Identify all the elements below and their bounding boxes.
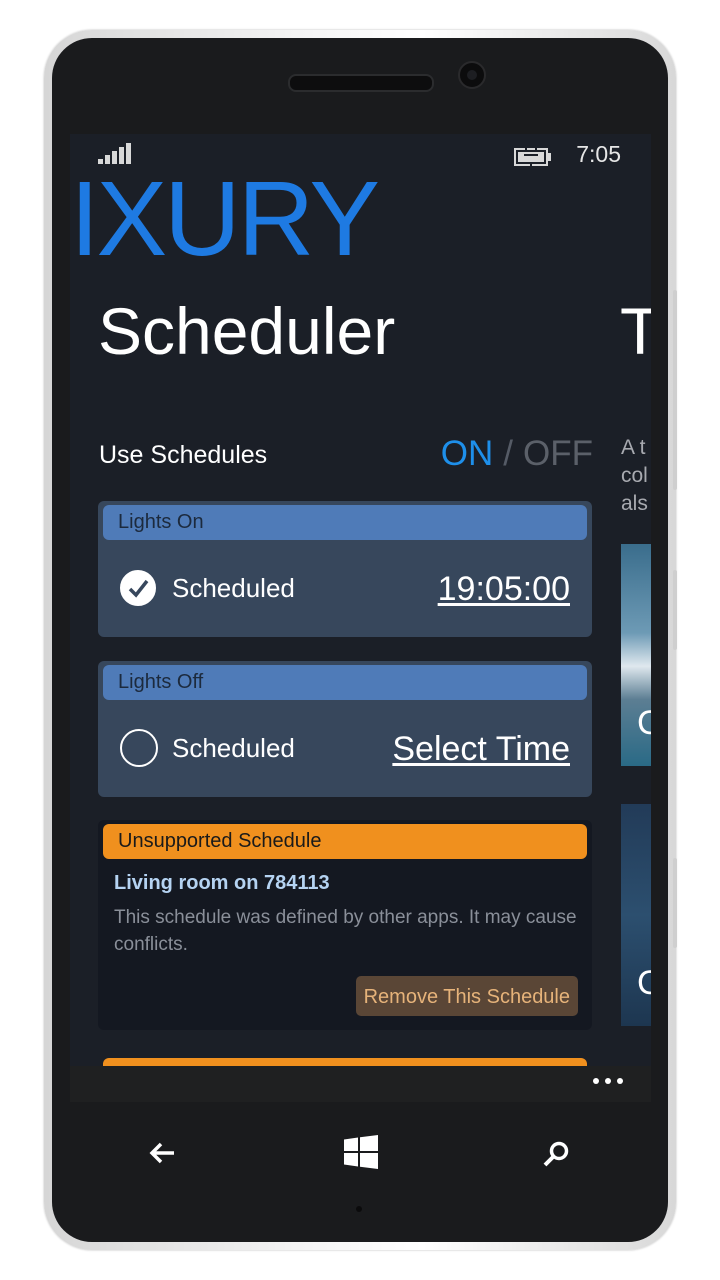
toggle-off-option[interactable]: OFF (523, 434, 593, 473)
next-page-image-2[interactable]: C (621, 804, 651, 1026)
next-page-image-2-label: C (637, 964, 651, 1002)
app-bar (70, 1066, 651, 1102)
schedule-card-lights-off: Lights Off Scheduled Select Time (98, 661, 592, 797)
scheduled-label: Scheduled (172, 733, 295, 763)
scheduled-label: Scheduled (172, 573, 295, 603)
time-link[interactable]: 19:05:00 (438, 570, 570, 609)
unsupported-schedule-description: This schedule was defined by other apps.… (114, 907, 577, 955)
next-page-title[interactable]: T (620, 298, 651, 364)
ellipsis-icon[interactable] (593, 1078, 623, 1084)
scheduled-checkbox[interactable] (120, 570, 156, 606)
volume-button (673, 290, 677, 490)
unsupported-schedule-card: Unsupported Schedule Living room on 7841… (98, 820, 592, 1030)
use-schedules-row: Use Schedules ON / OFF (98, 434, 593, 474)
next-page-image-1[interactable]: C (621, 544, 651, 766)
earpiece-speaker (288, 74, 434, 92)
front-camera (458, 61, 486, 89)
scheduled-checkbox[interactable] (120, 729, 158, 767)
status-clock: 7:05 (576, 141, 621, 167)
back-arrow-icon[interactable] (148, 1140, 176, 1170)
page-title: Scheduler (98, 294, 396, 368)
use-schedules-toggle[interactable]: ON / OFF (441, 434, 593, 474)
power-button (673, 570, 677, 650)
check-icon (128, 579, 149, 598)
schedule-card-header: Lights On (103, 505, 587, 540)
next-page-image-1-label: C (637, 704, 651, 742)
windows-logo-icon[interactable] (344, 1135, 378, 1173)
schedule-card-header: Lights Off (103, 665, 587, 700)
next-page-description: A t col als (621, 436, 648, 515)
toggle-on-option[interactable]: ON (441, 434, 494, 473)
unsupported-schedule-name: Living room on 784113 (114, 872, 330, 894)
search-icon[interactable] (542, 1140, 570, 1172)
app-title: IXURY (70, 160, 380, 278)
schedule-card-lights-on: Lights On Scheduled 19:05:00 (98, 501, 592, 637)
camera-button (673, 858, 677, 948)
screen: 7:05 IXURY Scheduler T A t col als C C U… (70, 134, 651, 1102)
use-schedules-label: Use Schedules (99, 441, 268, 469)
unsupported-schedule-header: Unsupported Schedule (103, 824, 587, 859)
battery-charging-icon (514, 146, 554, 172)
toggle-separator: / (503, 434, 514, 473)
microphone-dot (356, 1206, 362, 1212)
remove-schedule-button[interactable]: Remove This Schedule (355, 976, 578, 1016)
select-time-link[interactable]: Select Time (392, 730, 570, 769)
